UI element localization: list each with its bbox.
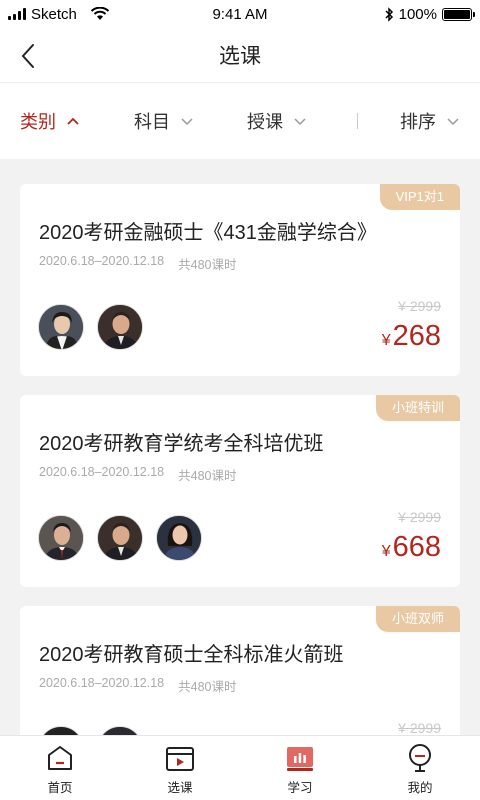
course-hours: 共480课时 xyxy=(178,680,237,694)
chevron-down-icon xyxy=(181,118,193,126)
price-value: 668 xyxy=(392,531,441,563)
filter-sort[interactable]: 排序 xyxy=(400,108,460,134)
original-price: ¥ 2999 xyxy=(398,720,441,736)
course-meta: 2020.6.18–2020.12.18 共480课时 xyxy=(39,465,236,484)
filter-category-label: 类别 xyxy=(20,112,56,132)
video-course-icon xyxy=(166,747,194,771)
tab-courses[interactable]: 选课 xyxy=(120,736,240,800)
filter-bar: 类别 科目 授课 排序 xyxy=(0,83,480,159)
course-hours: 共480课时 xyxy=(178,469,237,483)
home-icon xyxy=(48,746,72,770)
course-tag: 小班特训 xyxy=(375,395,460,421)
status-bar: Sketch 9:41 AM 100% xyxy=(0,0,480,28)
course-tag: 小班双师 xyxy=(375,606,460,632)
wifi-icon xyxy=(90,7,110,20)
course-hours: 共480课时 xyxy=(178,258,237,272)
course-title: 2020考研金融硕士《431金融学综合》 xyxy=(39,222,377,244)
course-price: ¥ 268 xyxy=(382,320,441,353)
original-price: ¥ 2999 xyxy=(398,298,441,314)
course-meta: 2020.6.18–2020.12.18 共480课时 xyxy=(39,254,236,273)
carrier-label: Sketch xyxy=(31,5,77,23)
bluetooth-icon xyxy=(385,6,393,22)
teacher-avatars xyxy=(38,515,202,561)
study-chart-icon xyxy=(287,747,313,771)
tab-study-label: 学习 xyxy=(287,781,313,795)
chevron-up-icon xyxy=(67,117,79,125)
tab-study[interactable]: 学习 xyxy=(240,736,360,800)
status-time: 9:41 AM xyxy=(212,5,268,23)
tab-profile[interactable]: 我的 xyxy=(360,736,480,800)
filter-teaching-label: 授课 xyxy=(247,112,283,132)
filter-subject-label: 科目 xyxy=(134,112,170,132)
course-card[interactable]: 小班特训 2020考研教育学统考全科培优班 2020.6.18–2020.12.… xyxy=(20,395,460,587)
filter-subject[interactable]: 科目 xyxy=(134,108,194,134)
tab-courses-label: 选课 xyxy=(167,781,193,795)
course-price: ¥ 668 xyxy=(382,531,441,564)
course-title: 2020考研教育学统考全科培优班 xyxy=(39,433,324,455)
course-dates: 2020.6.18–2020.12.18 xyxy=(39,254,165,268)
profile-icon xyxy=(409,744,431,772)
tab-bar: 首页 选课 学习 我的 xyxy=(0,735,480,800)
teacher-avatar[interactable] xyxy=(38,304,84,350)
course-card[interactable]: VIP1对1 2020考研金融硕士《431金融学综合》 2020.6.18–20… xyxy=(20,184,460,376)
tab-profile-label: 我的 xyxy=(407,781,433,795)
filter-category[interactable]: 类别 xyxy=(20,108,80,134)
course-tag: VIP1对1 xyxy=(379,184,460,210)
chevron-left-icon xyxy=(21,44,34,68)
original-price: ¥ 2999 xyxy=(398,509,441,525)
price-currency: ¥ xyxy=(381,543,391,560)
filter-divider xyxy=(357,113,358,129)
teacher-avatar[interactable] xyxy=(97,515,143,561)
back-button[interactable] xyxy=(10,36,46,76)
teacher-avatar[interactable] xyxy=(156,515,202,561)
signal-icon xyxy=(8,8,26,20)
course-meta: 2020.6.18–2020.12.18 共480课时 xyxy=(39,676,236,695)
page-title: 选课 xyxy=(219,45,261,68)
chevron-down-icon xyxy=(447,118,459,126)
price-value: 268 xyxy=(392,320,441,352)
teacher-avatars xyxy=(38,304,143,350)
course-dates: 2020.6.18–2020.12.18 xyxy=(39,676,165,690)
battery-icon xyxy=(442,7,475,21)
tab-home[interactable]: 首页 xyxy=(0,736,120,800)
chevron-down-icon xyxy=(294,118,306,126)
nav-bar: 选课 xyxy=(0,28,480,83)
course-title: 2020考研教育硕士全科标准火箭班 xyxy=(39,644,344,666)
teacher-avatar[interactable] xyxy=(38,515,84,561)
course-dates: 2020.6.18–2020.12.18 xyxy=(39,465,165,479)
tab-home-label: 首页 xyxy=(47,781,73,795)
price-currency: ¥ xyxy=(381,332,391,349)
teacher-avatar[interactable] xyxy=(97,304,143,350)
battery-percent: 100% xyxy=(398,5,437,23)
filter-teaching[interactable]: 授课 xyxy=(247,108,307,134)
filter-sort-label: 排序 xyxy=(400,112,436,132)
